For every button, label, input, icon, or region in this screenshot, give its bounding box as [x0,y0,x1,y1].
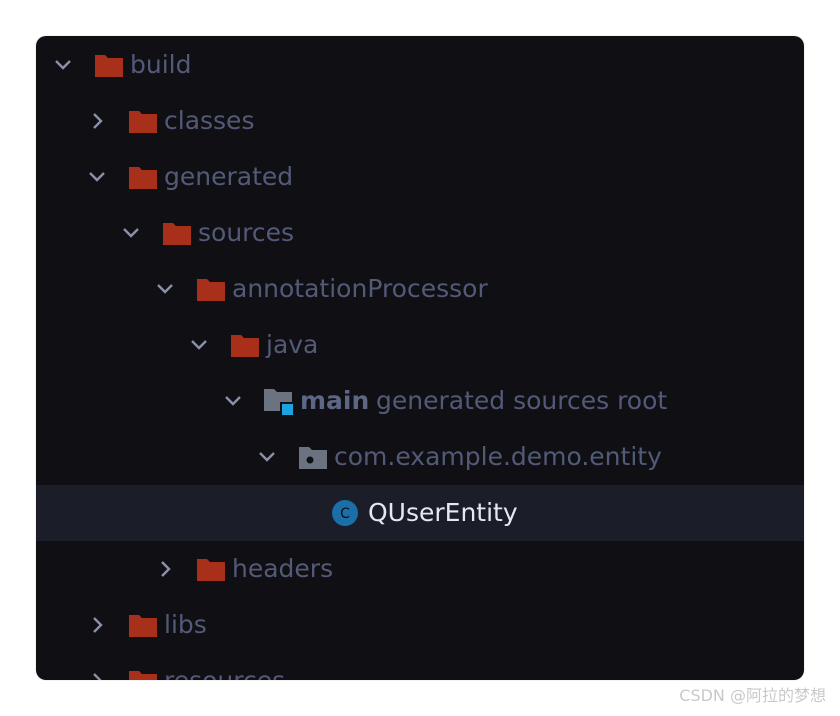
chevron-down-icon[interactable] [188,334,210,356]
source-root-folder-icon [264,389,293,415]
tree-row-libs[interactable]: libs [36,597,804,653]
folder-icon [197,279,225,301]
chevron-right-icon[interactable] [155,558,177,580]
folder-icon [163,223,191,245]
tree-row-label: annotationProcessor [232,274,488,303]
chevron-down-icon[interactable] [256,446,278,468]
tree-row-label: sources [198,218,295,247]
chevron-right-icon[interactable] [87,670,109,680]
project-tree-panel: build classes generated sources annotati… [36,36,804,680]
tree-row-label: classes [164,106,255,135]
tree-row-package[interactable]: com.example.demo.entity [36,429,804,485]
chevron-down-icon[interactable] [120,222,142,244]
svg-text:C: C [340,506,350,522]
tree-row-label: resources [164,666,285,680]
tree-row-headers[interactable]: headers [36,541,804,597]
tree-row-label: QUserEntity [368,498,518,527]
chevron-down-icon[interactable] [86,166,108,188]
tree-row-label: com.example.demo.entity [334,442,662,471]
chevron-right-icon[interactable] [87,110,109,132]
tree-row-generated[interactable]: generated [36,149,804,205]
tree-row-hint: generated sources root [376,386,668,415]
tree-row-classes[interactable]: classes [36,93,804,149]
folder-icon [197,559,225,581]
tree-row-label: headers [232,554,334,583]
folder-icon [95,55,123,77]
chevron-down-icon[interactable] [52,54,74,76]
tree-row-build[interactable]: build [36,37,804,93]
folder-icon [129,111,157,133]
folder-icon [129,671,157,680]
tree-row-label: build [130,50,192,79]
class-icon: C [332,500,358,526]
tree-row-resources[interactable]: resources [36,653,804,680]
chevron-right-icon[interactable] [87,614,109,636]
tree-row-annotationprocessor[interactable]: annotationProcessor [36,261,804,317]
tree-row-label: main [300,386,370,415]
tree-row-sources[interactable]: sources [36,205,804,261]
chevron-down-icon[interactable] [222,390,244,412]
folder-icon [231,335,259,357]
watermark: CSDN @阿拉的梦想 [679,686,826,705]
tree-row-label: generated [164,162,294,191]
tree-row-main[interactable]: main generated sources root [36,373,804,429]
tree-row-java[interactable]: java [36,317,804,373]
tree-row-label: java [266,330,319,359]
folder-icon [129,615,157,637]
package-icon [299,447,327,469]
chevron-down-icon[interactable] [154,278,176,300]
tree-row-label: libs [164,610,207,639]
tree-row-quserentity[interactable]: C QUserEntity [36,485,804,541]
folder-icon [129,167,157,189]
